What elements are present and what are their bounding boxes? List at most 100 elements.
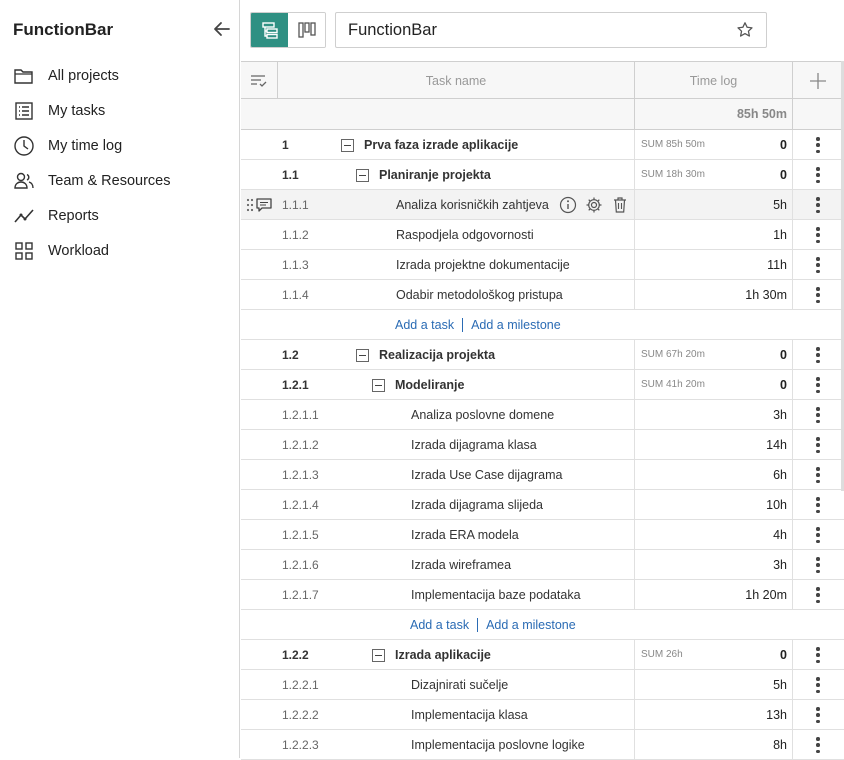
task-name[interactable]: Izrada projektne dokumentacije (396, 258, 570, 272)
more-options-icon[interactable] (809, 736, 827, 754)
more-options-icon[interactable] (809, 706, 827, 724)
time-value[interactable]: 14h (635, 430, 787, 460)
add-task-link[interactable]: Add a task (395, 318, 454, 332)
task-name[interactable]: Implementacija baze podataka (411, 588, 581, 602)
sidebar-item-my-time-log[interactable]: My time log (0, 128, 240, 163)
more-options-icon[interactable] (809, 166, 827, 184)
time-value[interactable]: 6h (635, 460, 787, 490)
task-name[interactable]: Odabir metodološkog pristupa (396, 288, 563, 302)
more-options-icon[interactable] (809, 496, 827, 514)
more-options-icon[interactable] (809, 526, 827, 544)
time-value[interactable]: 5h (635, 190, 787, 220)
more-options-icon[interactable] (809, 646, 827, 664)
time-value[interactable]: 0 (635, 130, 787, 160)
task-name[interactable]: Analiza korisničkih zahtjeva (396, 198, 549, 212)
comment-icon[interactable] (255, 196, 273, 214)
more-options-icon[interactable] (809, 466, 827, 484)
task-name[interactable]: Izrada dijagrama slijeda (411, 498, 543, 512)
collapse-icon[interactable] (372, 378, 385, 392)
column-options-button[interactable] (241, 62, 278, 99)
table-row[interactable]: 1.2.2.1 Dizajnirati sučelje 5h (241, 670, 844, 700)
task-name[interactable]: Izrada ERA modela (411, 528, 519, 542)
board-view-button[interactable] (288, 13, 325, 47)
time-value[interactable]: 10h (635, 490, 787, 520)
table-row[interactable]: 1.2.1.1 Analiza poslovne domene 3h (241, 400, 844, 430)
collapse-icon[interactable] (356, 168, 369, 182)
table-row[interactable]: 1.1.3 Izrada projektne dokumentacije 11h (241, 250, 844, 280)
collapse-icon[interactable] (372, 648, 385, 662)
trash-icon[interactable] (611, 196, 629, 214)
column-time-log[interactable]: Time log (635, 62, 793, 99)
collapse-icon[interactable] (341, 138, 354, 152)
star-icon[interactable] (736, 21, 754, 39)
add-milestone-link[interactable]: Add a milestone (471, 318, 561, 332)
table-row[interactable]: 1.2.2 Izrada aplikacije SUM 26h 0 (241, 640, 844, 670)
info-icon[interactable] (559, 196, 577, 214)
more-options-icon[interactable] (809, 556, 827, 574)
drag-handle-icon[interactable] (246, 198, 254, 212)
settings-icon[interactable] (585, 196, 603, 214)
time-value[interactable]: 13h (635, 700, 787, 730)
time-value[interactable]: 1h 20m (635, 580, 787, 610)
tree-view-button[interactable] (251, 13, 288, 47)
task-name[interactable]: Planiranje projekta (379, 168, 491, 182)
collapse-icon[interactable] (356, 348, 369, 362)
task-name[interactable]: Analiza poslovne domene (411, 408, 554, 422)
time-value[interactable]: 5h (635, 670, 787, 700)
column-task-name[interactable]: Task name (278, 62, 635, 99)
time-value[interactable]: 0 (635, 340, 787, 370)
table-row[interactable]: 1 Prva faza izrade aplikacije SUM 85h 50… (241, 130, 844, 160)
time-value[interactable]: 1h 30m (635, 280, 787, 310)
task-name[interactable]: Prva faza izrade aplikacije (364, 138, 518, 152)
more-options-icon[interactable] (809, 136, 827, 154)
time-value[interactable]: 3h (635, 400, 787, 430)
table-row[interactable]: 1.1.2 Raspodjela odgovornosti 1h (241, 220, 844, 250)
table-row[interactable]: 1.2.1.2 Izrada dijagrama klasa 14h (241, 430, 844, 460)
task-name[interactable]: Izrada Use Case dijagrama (411, 468, 562, 482)
table-row[interactable]: 1.2 Realizacija projekta SUM 67h 20m 0 (241, 340, 844, 370)
sidebar-item-reports[interactable]: Reports (0, 198, 240, 233)
table-row[interactable]: 1.2.2.3 Implementacija poslovne logike 8… (241, 730, 844, 760)
time-value[interactable]: 3h (635, 550, 787, 580)
time-value[interactable]: 8h (635, 730, 787, 760)
task-name[interactable]: Raspodjela odgovornosti (396, 228, 534, 242)
time-value[interactable]: 0 (635, 160, 787, 190)
more-options-icon[interactable] (809, 226, 827, 244)
table-row[interactable]: 1.2.1.6 Izrada wireframea 3h (241, 550, 844, 580)
time-value[interactable]: 11h (635, 250, 787, 280)
task-name[interactable]: Modeliranje (395, 378, 464, 392)
task-name[interactable]: Dizajnirati sučelje (411, 678, 508, 692)
more-options-icon[interactable] (809, 256, 827, 274)
time-value[interactable]: 4h (635, 520, 787, 550)
more-options-icon[interactable] (809, 676, 827, 694)
project-title-field[interactable]: FunctionBar (335, 12, 767, 48)
more-options-icon[interactable] (809, 436, 827, 454)
sidebar-item-all-projects[interactable]: All projects (0, 58, 240, 93)
time-value[interactable]: 1h (635, 220, 787, 250)
table-row[interactable]: 1.2.1.4 Izrada dijagrama slijeda 10h (241, 490, 844, 520)
more-options-icon[interactable] (809, 586, 827, 604)
table-row[interactable]: 1.2.1.5 Izrada ERA modela 4h (241, 520, 844, 550)
collapse-sidebar-button[interactable] (212, 19, 232, 39)
task-name[interactable]: Izrada aplikacije (395, 648, 491, 662)
table-row[interactable]: 1.2.1.3 Izrada Use Case dijagrama 6h (241, 460, 844, 490)
table-row[interactable]: 1.1 Planiranje projekta SUM 18h 30m 0 (241, 160, 844, 190)
more-options-icon[interactable] (809, 376, 827, 394)
table-row[interactable]: 1.2.1 Modeliranje SUM 41h 20m 0 (241, 370, 844, 400)
table-row[interactable]: 1.2.2.2 Implementacija klasa 13h (241, 700, 844, 730)
more-options-icon[interactable] (809, 346, 827, 364)
more-options-icon[interactable] (809, 196, 827, 214)
task-name[interactable]: Realizacija projekta (379, 348, 495, 362)
add-milestone-link[interactable]: Add a milestone (486, 618, 576, 632)
add-task-link[interactable]: Add a task (410, 618, 469, 632)
sidebar-item-workload[interactable]: Workload (0, 233, 240, 268)
task-name[interactable]: Izrada wireframea (411, 558, 511, 572)
table-row[interactable]: 1.2.1.7 Implementacija baze podataka 1h … (241, 580, 844, 610)
sidebar-item-my-tasks[interactable]: My tasks (0, 93, 240, 128)
more-options-icon[interactable] (809, 406, 827, 424)
time-value[interactable]: 0 (635, 370, 787, 400)
more-options-icon[interactable] (809, 286, 827, 304)
task-name[interactable]: Implementacija poslovne logike (411, 738, 585, 752)
table-row[interactable]: 1.1.1 Analiza korisničkih zahtjeva 5h (241, 190, 844, 220)
task-name[interactable]: Implementacija klasa (411, 708, 528, 722)
